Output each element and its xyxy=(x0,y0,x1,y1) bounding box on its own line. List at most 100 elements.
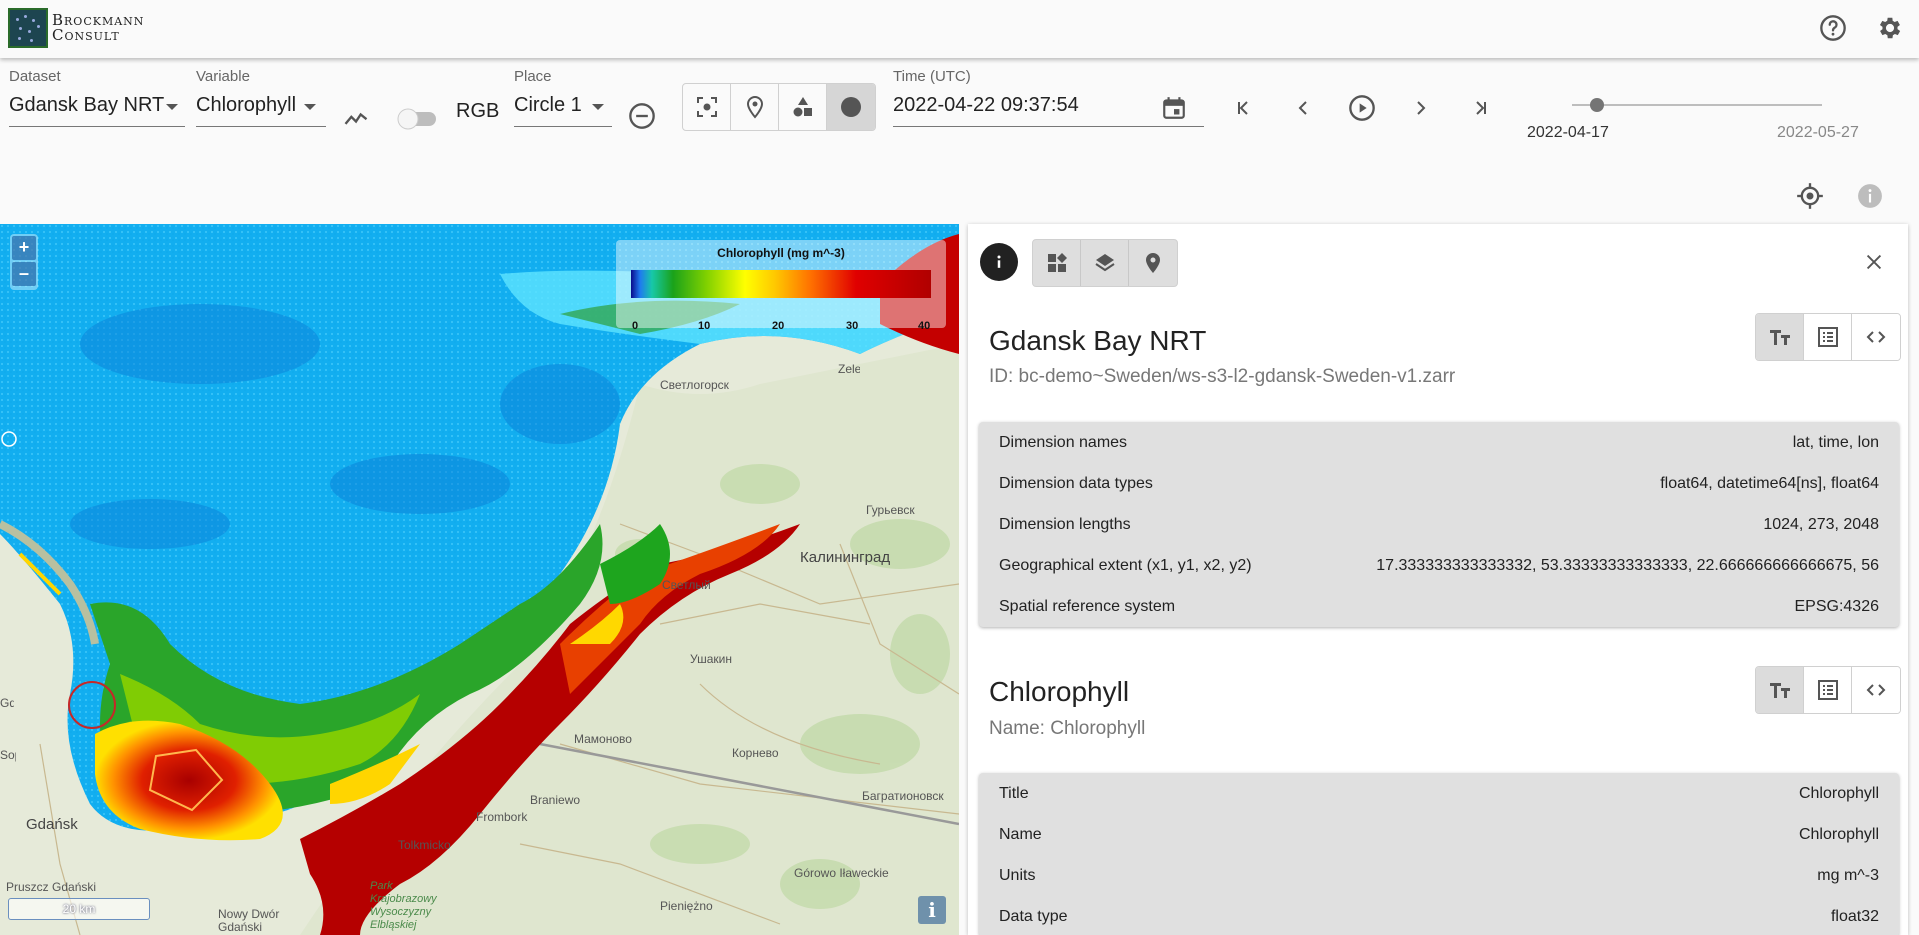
logo-mark xyxy=(8,8,48,48)
code-icon xyxy=(1866,331,1886,343)
variable-name: Name: Chlorophyll xyxy=(989,718,1146,739)
brand-line-2: Consult xyxy=(52,26,120,44)
variable-view-mode xyxy=(1755,666,1901,714)
map-label-mamonovo: Мамоново xyxy=(574,732,632,746)
remove-place-icon[interactable] xyxy=(626,100,658,132)
place-card-button[interactable] xyxy=(1129,240,1177,286)
legend-tick: 20 xyxy=(772,320,785,332)
point-tool-button[interactable] xyxy=(731,84,779,130)
place-label: Place xyxy=(514,68,552,85)
time-slider-track[interactable] xyxy=(1572,104,1822,106)
scale-bar: 20 km xyxy=(8,898,150,920)
legend-title: Chlorophyll (mg m^-3) xyxy=(717,246,845,260)
table-row: Geographical extent (x1, y1, x2, y2) 17.3… xyxy=(979,545,1899,586)
select-tool-button[interactable] xyxy=(683,84,731,130)
last-step-icon[interactable] xyxy=(1464,92,1496,124)
text-view-button[interactable] xyxy=(1756,667,1804,713)
map-label-kaliningrad: Калининград xyxy=(800,549,891,566)
legend-colorbar[interactable] xyxy=(631,270,931,298)
control-bar: Dataset Gdansk Bay NRT Variable Chloroph… xyxy=(0,58,1919,224)
circle-tool-icon xyxy=(841,97,861,117)
table-row: Name Chlorophyll xyxy=(979,814,1899,855)
attribution-button[interactable]: i xyxy=(918,896,946,924)
locate-icon[interactable] xyxy=(1794,180,1826,212)
row-value: mg m^-3 xyxy=(1817,866,1879,884)
map-label-bagrationovsk: Багратионовск xyxy=(862,789,944,803)
code-view-button[interactable] xyxy=(1852,667,1900,713)
dataset-properties-table: Dimension names lat, time, lon Dimension … xyxy=(979,422,1899,627)
map-label-pieniezno: Pieniężno xyxy=(660,899,713,913)
zoom-out-button[interactable]: – xyxy=(12,262,36,286)
brand-logo: Brockmann Consult xyxy=(8,8,144,48)
row-key: Title xyxy=(999,784,1029,802)
row-value: lat, time, lon xyxy=(1792,433,1879,451)
circle-tool-button[interactable] xyxy=(827,84,875,130)
row-key: Spatial reference system xyxy=(999,597,1176,615)
app-bar: Brockmann Consult xyxy=(0,0,1919,58)
row-value: EPSG:4326 xyxy=(1794,597,1880,615)
rgb-label: RGB xyxy=(456,100,500,122)
variable-dropdown-icon xyxy=(304,104,316,110)
next-step-icon[interactable] xyxy=(1405,92,1437,124)
place-tool-group xyxy=(682,83,876,131)
map-label-park: Park Krajobrazowy Wysoczyzny Elbląskiej xyxy=(370,880,437,931)
place-dropdown-icon xyxy=(592,104,604,110)
row-value: Chlorophyll xyxy=(1798,825,1879,843)
row-key: Data type xyxy=(999,907,1068,925)
map-label-guryevsk: Гурьевск xyxy=(866,503,915,517)
rgb-toggle[interactable] xyxy=(394,102,444,136)
map-canvas[interactable] xyxy=(0,224,959,935)
dataset-title: Gdansk Bay NRT xyxy=(989,325,1207,356)
info-icon[interactable] xyxy=(1854,180,1886,212)
code-view-button[interactable] xyxy=(1852,314,1900,360)
table-row: Title Chlorophyll xyxy=(979,773,1899,814)
first-step-icon[interactable] xyxy=(1228,92,1260,124)
variable-title: Chlorophyll xyxy=(989,676,1130,707)
map-label-ushakin: Ушакин xyxy=(690,652,732,666)
zoom-in-button[interactable]: + xyxy=(12,236,36,260)
help-icon[interactable] xyxy=(1819,14,1847,42)
layers-icon xyxy=(1094,254,1115,272)
legend-tick: 10 xyxy=(698,320,711,332)
play-icon[interactable] xyxy=(1346,92,1378,124)
dataset-view-mode xyxy=(1755,313,1901,361)
calendar-icon[interactable] xyxy=(1158,92,1190,124)
map-label-svetlogorsk: Светлогорск xyxy=(660,378,729,392)
variable-card-button[interactable] xyxy=(1081,240,1129,286)
polygon-tool-button[interactable] xyxy=(779,84,827,130)
table-row: Spatial reference system EPSG:4326 xyxy=(979,586,1899,627)
point-tool-icon xyxy=(746,95,763,119)
map-view[interactable]: Светлогорск Гурьевск Калининград Светлый… xyxy=(0,224,959,935)
variable-value: Chlorophyll xyxy=(196,94,297,116)
row-key: Name xyxy=(999,825,1042,843)
dataset-value: Gdansk Bay NRT xyxy=(9,94,165,116)
row-value: 17.333333333333332, 53.33333333333333, 2… xyxy=(1376,556,1879,574)
list-view-button[interactable] xyxy=(1804,314,1852,360)
dataset-card-button[interactable] xyxy=(1033,240,1081,286)
dataset-dropdown-icon xyxy=(166,104,178,110)
map-label-frombork: Frombork xyxy=(476,810,528,824)
code-icon xyxy=(1866,684,1886,696)
slider-start-label: 2022-04-17 xyxy=(1527,124,1609,141)
scale-label: 20 km xyxy=(62,902,96,916)
row-value: float64, datetime64[ns], float64 xyxy=(1660,474,1879,492)
row-key: Units xyxy=(999,866,1036,884)
info-panel-icon xyxy=(980,243,1018,281)
list-icon xyxy=(1817,680,1838,700)
previous-step-icon[interactable] xyxy=(1287,92,1319,124)
text-view-button[interactable] xyxy=(1756,314,1804,360)
list-view-button[interactable] xyxy=(1804,667,1852,713)
legend-tick: 0 xyxy=(632,320,639,332)
slider-end-label: 2022-05-27 xyxy=(1777,124,1859,141)
map-label-pruszcz: Pruszcz Gdański xyxy=(6,880,97,894)
close-icon[interactable] xyxy=(1858,246,1890,278)
legend-tick: 30 xyxy=(846,320,859,332)
text-fields-icon xyxy=(1769,683,1790,698)
variable-properties-table: Title Chlorophyll Name Chlorophyll Units mg… xyxy=(979,773,1899,935)
map-label-gorowo: Górowo Iławeckie xyxy=(794,866,889,880)
settings-gear-icon[interactable] xyxy=(1876,14,1904,42)
time-series-icon[interactable] xyxy=(340,102,372,134)
table-row: Dimension names lat, time, lon xyxy=(979,422,1899,463)
map-label-gdansk: Gdańsk xyxy=(26,816,78,833)
time-slider-thumb[interactable] xyxy=(1590,98,1604,112)
